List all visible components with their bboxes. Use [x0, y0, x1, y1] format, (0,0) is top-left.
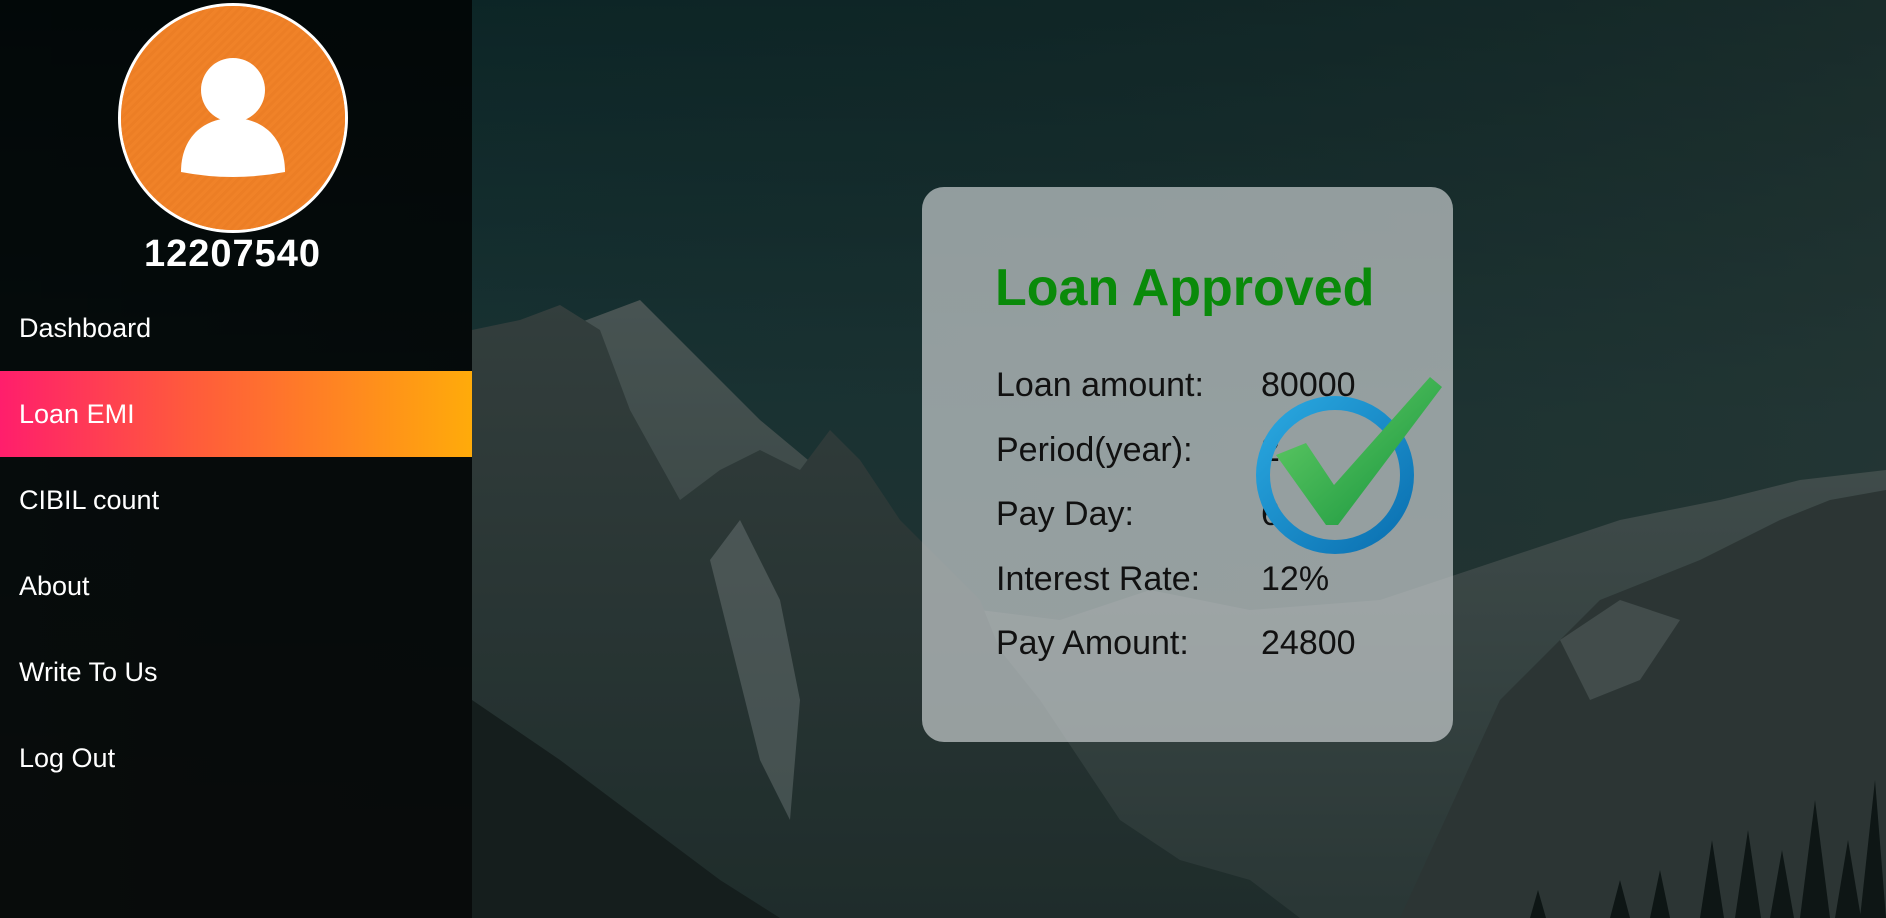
sidebar-item-about[interactable]: About: [0, 543, 472, 629]
loan-status-title: Loan Approved: [995, 259, 1375, 317]
avatar[interactable]: [118, 3, 348, 233]
pay-day-label: Pay Day:: [996, 495, 1134, 533]
sidebar-item-log-out[interactable]: Log Out: [0, 715, 472, 801]
sidebar-item-loan-emi[interactable]: Loan EMI: [0, 371, 472, 457]
period-label: Period(year):: [996, 430, 1193, 469]
user-id: 12207540: [143, 233, 322, 275]
loan-detail-row: Pay Amount: 24800: [996, 611, 1436, 676]
pay-amount-value: 24800: [1261, 624, 1356, 662]
sidebar-item-write-to-us[interactable]: Write To Us: [0, 629, 472, 715]
sidebar-item-dashboard[interactable]: Dashboard: [0, 285, 472, 371]
page: 12207540 Dashboard Loan EMI CIBIL count …: [0, 0, 1886, 918]
pay-amount-label: Pay Amount:: [996, 624, 1189, 662]
sidebar-nav: Dashboard Loan EMI CIBIL count About Wri…: [0, 285, 472, 801]
sidebar: 12207540 Dashboard Loan EMI CIBIL count …: [0, 0, 472, 918]
loan-amount-label: Loan amount:: [996, 366, 1204, 404]
interest-rate-label: Interest Rate:: [996, 559, 1201, 598]
approved-checkmark-icon: [1252, 377, 1442, 557]
user-silhouette-icon: [121, 6, 345, 230]
sidebar-item-cibil-count[interactable]: CIBIL count: [0, 457, 472, 543]
